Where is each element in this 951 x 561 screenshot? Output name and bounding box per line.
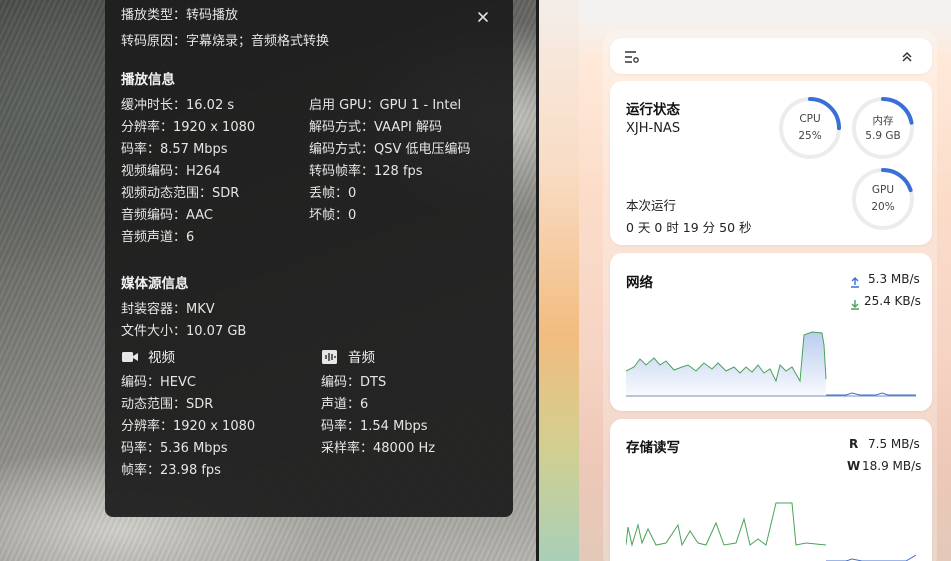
buffer-duration: 缓冲时长：16.02 s	[121, 98, 235, 113]
network-chart	[626, 331, 916, 397]
settings-list-icon[interactable]	[624, 49, 640, 68]
upload-rate: 5.3 MB/s	[868, 272, 920, 286]
network-title: 网络	[626, 275, 653, 291]
storage-read-line	[826, 554, 916, 561]
audio-src-codec: 编码：DTS	[321, 375, 387, 390]
video-camera-icon	[121, 349, 139, 365]
audio-codec: 音频编码：AAC	[121, 208, 213, 223]
storage-title: 存储读写	[626, 440, 680, 456]
gpu-enabled: 启用 GPU：GPU 1 - Intel	[309, 98, 462, 113]
widget-toolbar	[610, 38, 932, 74]
video-src-fps: 帧率：23.98 fps	[121, 463, 221, 478]
container: 封装容器：MKV	[121, 302, 215, 317]
collapse-icon[interactable]	[901, 49, 913, 68]
storage-card: 存储读写 R 7.5 MB/s W 18.9 MB/s	[610, 419, 932, 561]
gpu-gauge: GPU 20%	[851, 167, 915, 231]
video-src-range: 动态范围：SDR	[121, 397, 214, 412]
status-card: 运行状态 XJH-NAS 本次运行 0 天 0 时 19 分 50 秒 CPU …	[610, 81, 932, 245]
read-rate: 7.5 MB/s	[868, 437, 920, 451]
close-icon[interactable]	[475, 9, 491, 25]
video-src-resolution: 分辨率：1920 x 1080	[121, 419, 256, 434]
encode-method: 编码方式：QSV 低电压编码	[309, 142, 471, 157]
video-section-label: 视频	[148, 350, 175, 366]
uptime-value: 0 天 0 时 19 分 50 秒	[626, 220, 752, 235]
write-prefix: W	[847, 459, 861, 473]
status-title: 运行状态	[626, 102, 680, 118]
audio-section-label: 音频	[348, 350, 375, 366]
cpu-value: 25%	[798, 130, 822, 142]
gpu-label: GPU	[871, 184, 895, 196]
wallpaper-edge	[539, 0, 579, 561]
uptime-label: 本次运行	[626, 198, 677, 213]
network-card: 网络 5.3 MB/s 25.4 KB/s	[610, 253, 932, 411]
system-dashboard: 运行状态 XJH-NAS 本次运行 0 天 0 时 19 分 50 秒 CPU …	[539, 0, 951, 561]
audio-src-channels: 声道：6	[321, 397, 369, 412]
storage-write-line	[626, 502, 827, 547]
gpu-value: 20%	[871, 201, 895, 213]
transcode-fps: 转码帧率：128 fps	[309, 164, 423, 179]
memory-label: 内存	[872, 115, 894, 127]
memory-value: 5.9 GB	[865, 130, 901, 142]
download-rate: 25.4 KB/s	[864, 294, 921, 308]
write-rate: 18.9 MB/s	[862, 459, 922, 473]
bad-frames: 坏帧：0	[309, 208, 357, 223]
transcode-reason: 转码原因：字幕烧录；音频格式转换	[121, 34, 330, 49]
video-src-codec: 编码：HEVC	[121, 375, 196, 390]
video-src-bitrate: 码率：5.36 Mbps	[121, 441, 228, 456]
network-upload-area	[626, 332, 826, 397]
dropped-frames: 丢帧：0	[309, 186, 357, 201]
cpu-label: CPU	[799, 113, 821, 125]
network-upload-line	[826, 392, 916, 396]
audio-src-bitrate: 码率：1.54 Mbps	[321, 419, 428, 434]
audio-src-samplerate: 采样率：48000 Hz	[321, 441, 436, 456]
host-name: XJH-NAS	[626, 121, 681, 136]
playback-info-panel: 播放类型：转码播放 转码原因：字幕烧录；音频格式转换 播放信息 缓冲时长：16.…	[105, 0, 513, 517]
resolution: 分辨率：1920 x 1080	[121, 120, 256, 135]
file-size: 文件大小：10.07 GB	[121, 324, 247, 339]
read-prefix: R	[849, 437, 859, 451]
audio-channels: 音频声道：6	[121, 230, 195, 245]
memory-gauge: 内存 5.9 GB	[851, 96, 915, 160]
play-info-heading: 播放信息	[121, 72, 175, 88]
bitrate: 码率：8.57 Mbps	[121, 142, 228, 157]
download-arrow-icon	[850, 295, 860, 314]
video-codec: 视频编码：H264	[121, 164, 221, 179]
upload-arrow-icon	[850, 273, 860, 292]
decode-method: 解码方式：VAAPI 解码	[309, 120, 443, 135]
media-info-heading: 媒体源信息	[121, 276, 189, 292]
storage-chart	[626, 502, 916, 561]
audio-waveform-icon	[321, 349, 339, 365]
video-dynamic-range: 视频动态范围：SDR	[121, 186, 240, 201]
play-type: 播放类型：转码播放	[121, 8, 239, 23]
cpu-gauge: CPU 25%	[778, 96, 842, 160]
